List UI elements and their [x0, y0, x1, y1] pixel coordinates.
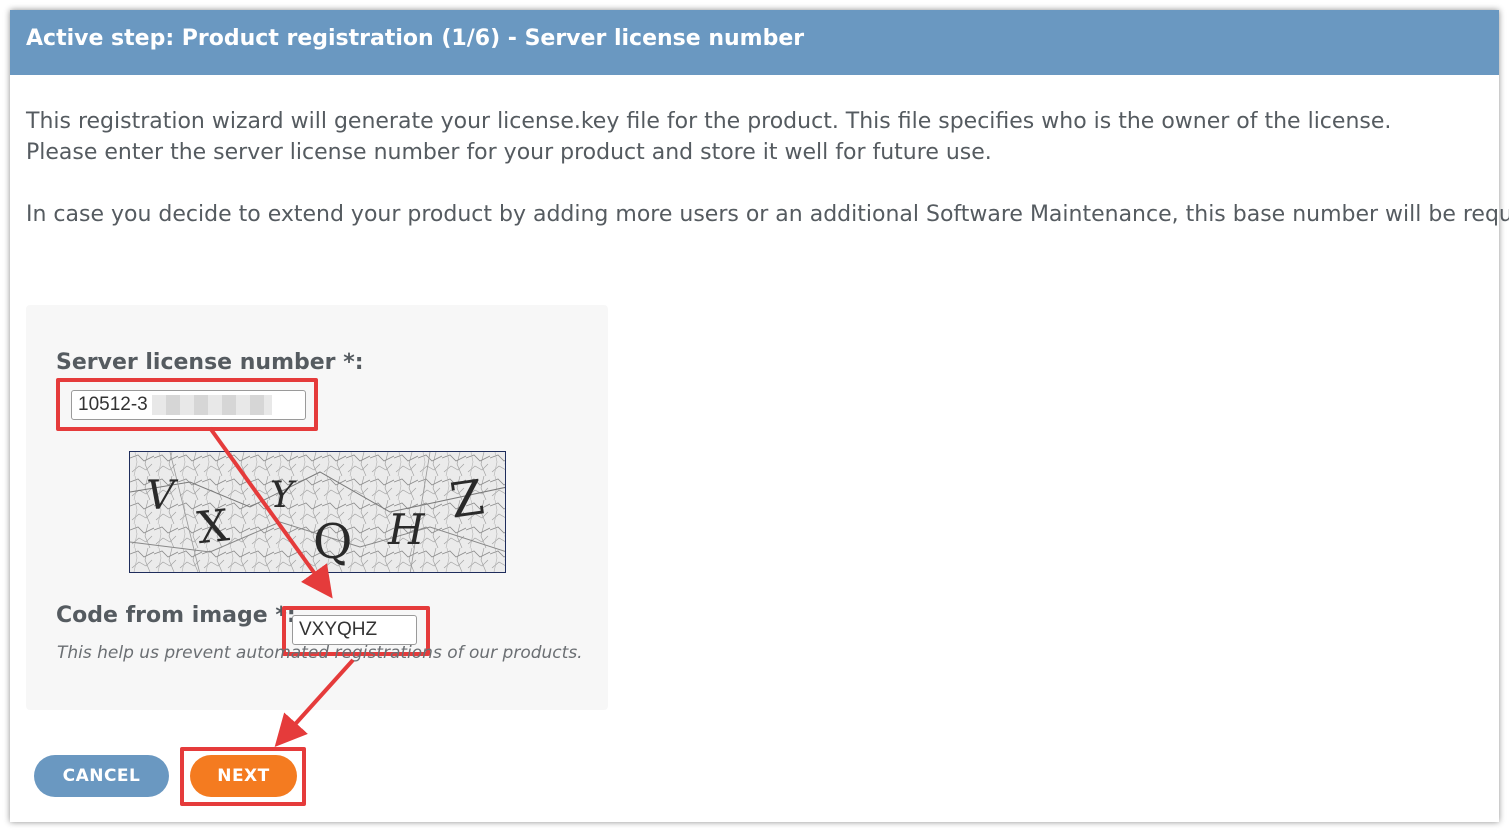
captcha-char: Q: [313, 514, 352, 570]
registration-form-panel: Server license number *: 10512-3 V X Y Q…: [26, 305, 608, 710]
captcha-char: H: [387, 505, 426, 554]
intro-text: This registration wizard will generate y…: [26, 106, 1509, 230]
captcha-graphic: V X Y Q H Z: [130, 452, 505, 572]
cancel-button[interactable]: CANCEL: [34, 755, 169, 797]
intro-line-1: This registration wizard will generate y…: [26, 109, 1392, 134]
annotation-highlight-next: [180, 747, 306, 806]
captcha-char: Y: [270, 475, 297, 516]
captcha-char: V: [146, 473, 179, 519]
captcha-code-label: Code from image *:: [56, 603, 296, 628]
intro-line-3: In case you decide to extend your produc…: [26, 202, 1509, 227]
page-title: Active step: Product registration (1/6) …: [26, 26, 805, 51]
intro-line-2: Please enter the server license number f…: [26, 140, 992, 165]
captcha-hint: This help us prevent automated registrat…: [57, 643, 583, 663]
wizard-frame: Active step: Product registration (1/6) …: [10, 10, 1509, 822]
captcha-char: X: [195, 500, 232, 554]
license-number-label: Server license number *:: [56, 350, 364, 375]
annotation-highlight-license: [56, 378, 318, 431]
captcha-image: V X Y Q H Z: [129, 451, 506, 573]
wizard-header: Active step: Product registration (1/6) …: [10, 10, 1499, 75]
